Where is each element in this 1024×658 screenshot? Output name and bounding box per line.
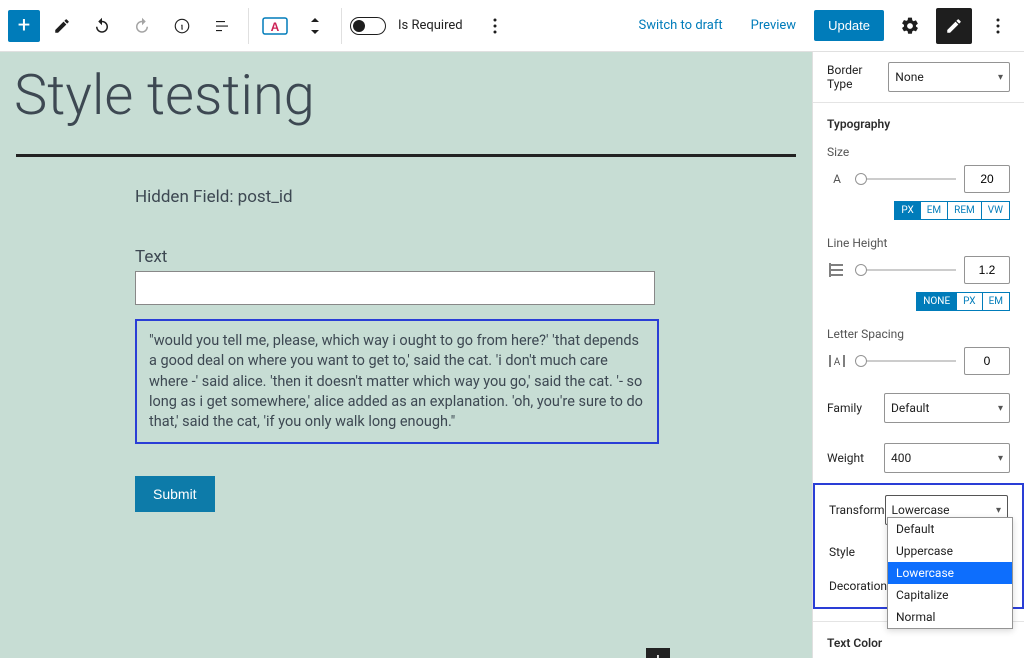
letter-spacing-slider[interactable] [855, 354, 956, 368]
transform-option-uppercase[interactable]: Uppercase [888, 540, 1012, 562]
transform-group-highlighted: Transform Lowercase▾ Default Uppercase L… [813, 483, 1024, 609]
transform-option-capitalize[interactable]: Capitalize [888, 584, 1012, 606]
family-row: Family Default▾ [813, 383, 1024, 433]
size-input[interactable] [964, 165, 1010, 193]
move-icon[interactable] [297, 8, 333, 44]
add-block-button[interactable]: + [8, 10, 40, 42]
is-required-label: Is Required [398, 18, 463, 33]
transform-option-default[interactable]: Default [888, 518, 1012, 540]
paragraph-block-selected[interactable]: "would you tell me, please, which way i … [135, 319, 659, 444]
letter-spacing-row: A [813, 343, 1024, 383]
border-type-select[interactable]: None▾ [888, 62, 1010, 92]
style-label: Style [829, 545, 855, 559]
unit-vw[interactable]: VW [982, 201, 1010, 220]
top-more-icon[interactable] [980, 8, 1016, 44]
letter-spacing-icon: A [827, 354, 847, 368]
size-slider-row: A [813, 161, 1024, 201]
weight-label: Weight [827, 451, 864, 465]
line-height-icon [827, 262, 847, 278]
line-height-input[interactable] [964, 256, 1010, 284]
letter-spacing-label: Letter Spacing [813, 321, 1024, 343]
update-button[interactable]: Update [814, 10, 884, 41]
unit-lh-em[interactable]: EM [983, 292, 1010, 311]
chevron-down-icon: ▾ [996, 505, 1001, 516]
topbar: + A Is Required Switch to draft Preview … [0, 0, 1024, 52]
unit-rem[interactable]: REM [948, 201, 982, 220]
page-title[interactable]: Style testing [0, 52, 812, 148]
text-input[interactable] [135, 271, 655, 305]
svg-text:A: A [834, 357, 841, 368]
redo-icon[interactable] [124, 8, 160, 44]
transform-option-lowercase[interactable]: Lowercase [888, 562, 1012, 584]
topbar-left: + A Is Required [8, 8, 513, 44]
toolbar-divider [248, 8, 249, 44]
chevron-down-icon: ▾ [998, 403, 1003, 414]
size-icon: A [827, 172, 847, 186]
settings-icon[interactable] [892, 8, 928, 44]
is-required-toggle[interactable] [350, 17, 386, 35]
styles-icon[interactable] [936, 8, 972, 44]
line-height-units: NONE PX EM [813, 292, 1024, 321]
weight-row: Weight 400▾ [813, 433, 1024, 483]
main: Style testing Hidden Field: post_id Text… [0, 52, 1024, 658]
form-block: Hidden Field: post_id Text "would you te… [135, 187, 675, 512]
family-select[interactable]: Default▾ [884, 393, 1010, 423]
letter-spacing-input[interactable] [964, 347, 1010, 375]
weight-select[interactable]: 400▾ [884, 443, 1010, 473]
text-field-label: Text [135, 247, 675, 267]
separator-block[interactable] [16, 154, 796, 157]
topbar-right: Switch to draft Preview Update [628, 8, 1016, 44]
outline-icon[interactable] [204, 8, 240, 44]
hidden-field-label[interactable]: Hidden Field: post_id [135, 187, 675, 207]
family-label: Family [827, 401, 862, 415]
editor-canvas: Style testing Hidden Field: post_id Text… [0, 52, 812, 658]
toolbar-divider-2 [341, 8, 342, 44]
border-type-label: Border Type [827, 63, 888, 91]
field-type-icon[interactable]: A [257, 8, 293, 44]
chevron-down-icon: ▾ [998, 453, 1003, 464]
unit-em[interactable]: EM [921, 201, 948, 220]
transform-dropdown: Default Uppercase Lowercase Capitalize N… [887, 517, 1013, 629]
block-appender-icon[interactable]: + [646, 648, 670, 658]
edit-icon[interactable] [44, 8, 80, 44]
submit-button[interactable]: Submit [135, 476, 215, 512]
size-units: PX EM REM VW [813, 201, 1024, 230]
info-icon[interactable] [164, 8, 200, 44]
preview-link[interactable]: Preview [741, 12, 806, 39]
inspector-sidebar: Border Type None▾ Typography Size A PX E… [812, 52, 1024, 658]
unit-lh-px[interactable]: PX [957, 292, 982, 311]
transform-option-normal[interactable]: Normal [888, 606, 1012, 628]
unit-none[interactable]: NONE [916, 292, 957, 311]
more-icon[interactable] [477, 8, 513, 44]
undo-icon[interactable] [84, 8, 120, 44]
line-height-row [813, 252, 1024, 292]
switch-draft-link[interactable]: Switch to draft [628, 12, 732, 39]
size-label: Size [813, 139, 1024, 161]
chevron-down-icon: ▾ [998, 72, 1003, 83]
svg-text:A: A [271, 20, 280, 34]
line-height-slider[interactable] [855, 263, 956, 277]
transform-label: Transform [829, 503, 885, 517]
unit-px[interactable]: PX [894, 201, 920, 220]
line-height-label: Line Height [813, 230, 1024, 252]
border-type-row: Border Type None▾ [813, 52, 1024, 102]
typography-header: Typography [813, 102, 1024, 139]
size-slider[interactable] [855, 172, 956, 186]
decoration-label: Decoration [829, 579, 887, 593]
